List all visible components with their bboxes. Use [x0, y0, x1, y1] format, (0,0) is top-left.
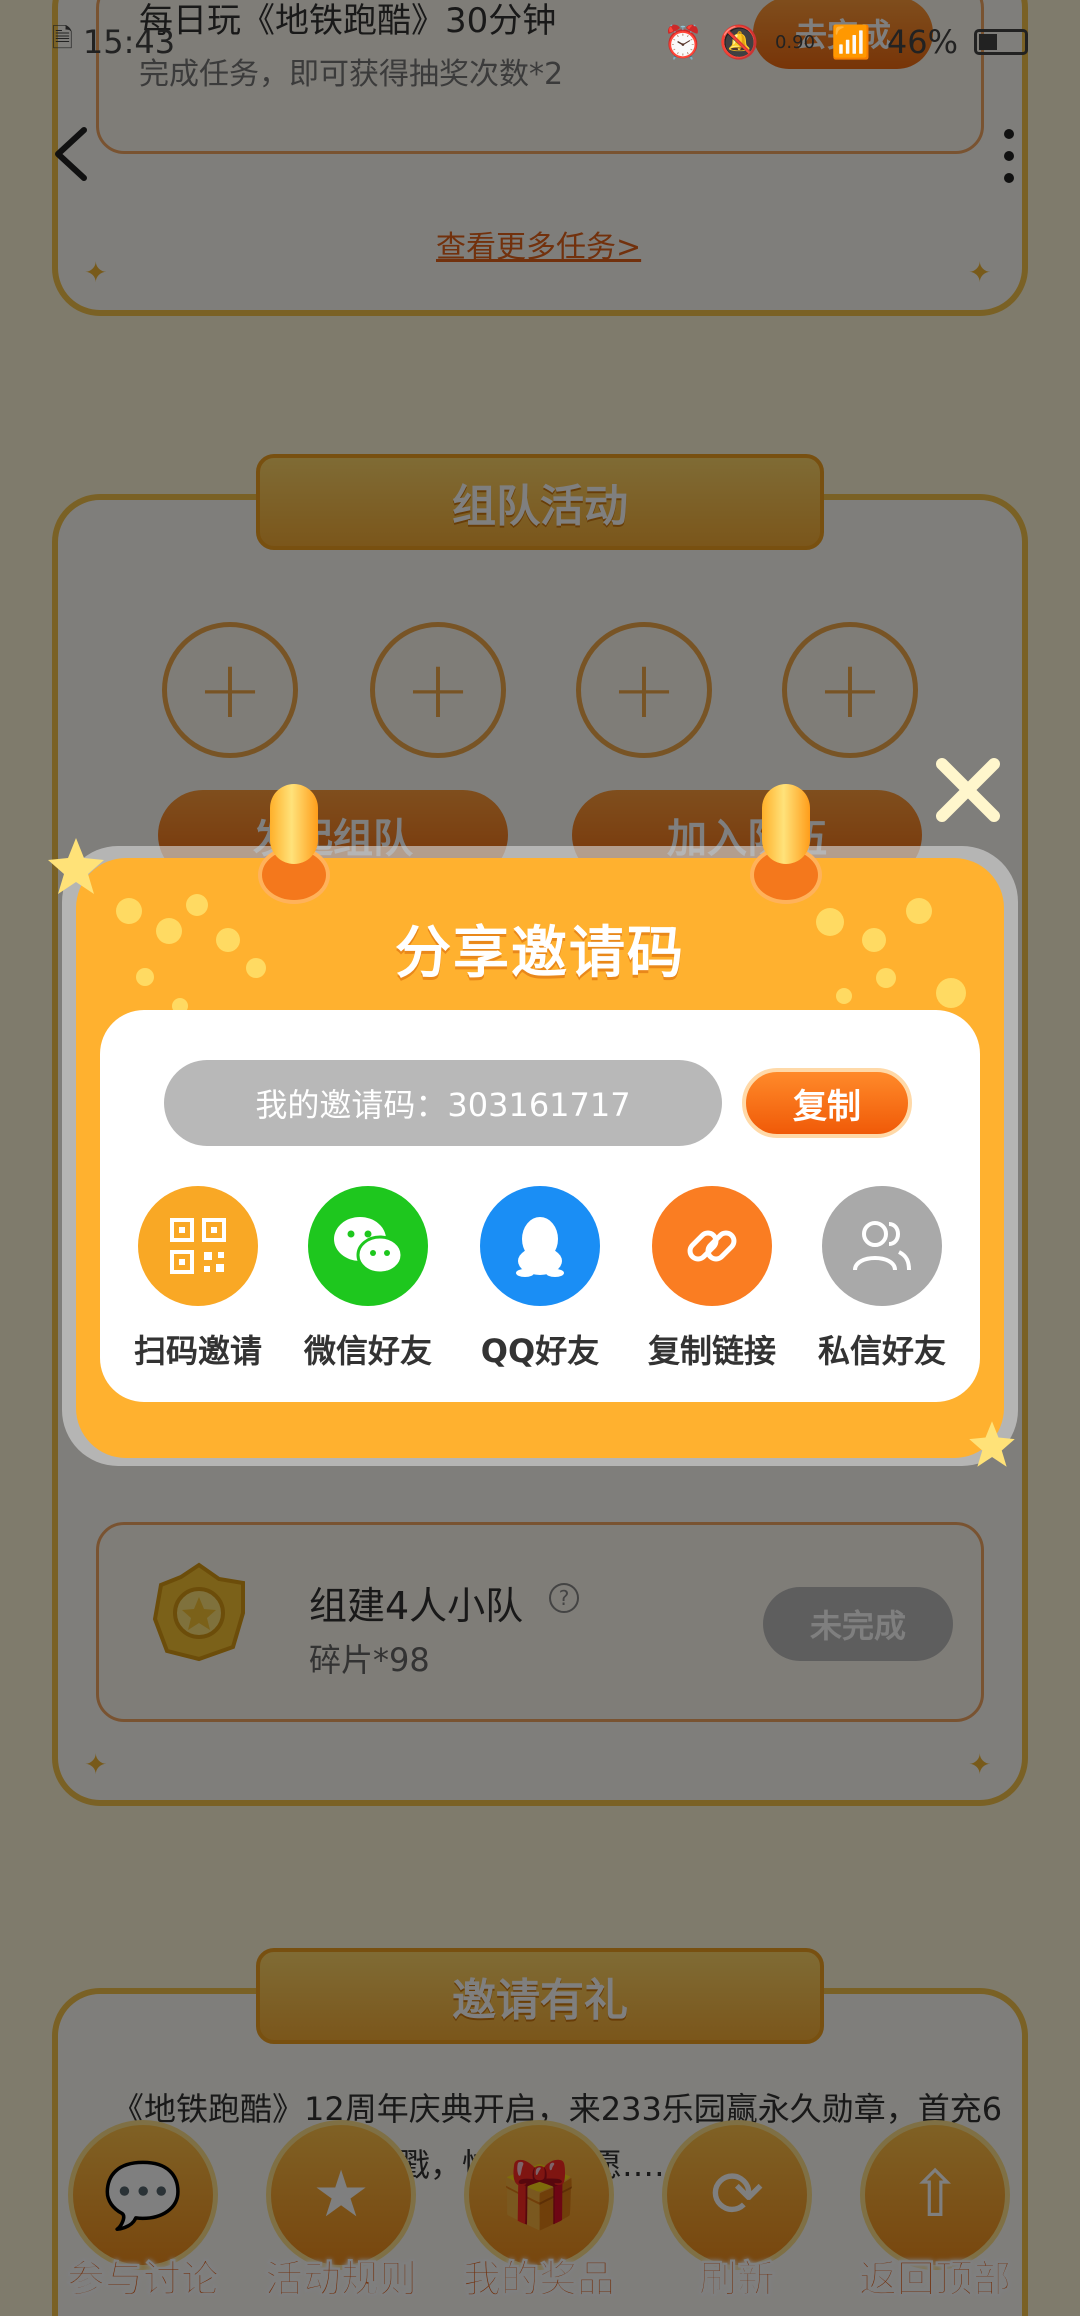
modal-peg-left	[270, 784, 318, 864]
qr-code-icon	[138, 1186, 258, 1306]
share-option-label: 扫码邀请	[133, 1332, 262, 1370]
more-menu-icon[interactable]	[994, 126, 1024, 186]
star-icon	[969, 1421, 1015, 1467]
close-icon[interactable]	[930, 752, 1006, 828]
star-icon	[48, 838, 104, 894]
invite-code-display: 我的邀请码：303161717	[164, 1060, 722, 1146]
status-time: 15:43	[82, 23, 176, 61]
share-copy-link[interactable]: 复制链接	[632, 1186, 792, 1372]
share-qr-invite[interactable]: 扫码邀请	[118, 1186, 278, 1372]
share-wechat[interactable]: 微信好友	[288, 1186, 448, 1372]
battery-icon	[974, 29, 1028, 55]
copy-code-button[interactable]: 复制	[742, 1068, 912, 1138]
share-option-label: QQ好友	[480, 1332, 600, 1370]
wechat-icon	[308, 1186, 428, 1306]
status-bar: 🗎 15:43 ⏰ 🔕 0.90 📶 46%	[0, 0, 1080, 84]
modal-peg-right	[762, 784, 810, 864]
wifi-icon: 📶	[831, 23, 871, 61]
share-qq[interactable]: QQ好友	[460, 1186, 620, 1372]
share-option-label: 复制链接	[647, 1332, 776, 1370]
alarm-icon: ⏰	[663, 23, 704, 61]
back-arrow-icon[interactable]	[46, 124, 96, 184]
share-option-label: 微信好友	[303, 1332, 432, 1370]
qq-icon	[480, 1186, 600, 1306]
share-private-message[interactable]: 私信好友	[802, 1186, 962, 1372]
friends-icon	[822, 1186, 942, 1306]
link-icon	[652, 1186, 772, 1306]
battery-percent: 46%	[886, 23, 958, 61]
modal-title: 分享邀请码	[395, 921, 685, 986]
notification-icon: 🗎	[52, 24, 73, 54]
mute-icon: 🔕	[719, 23, 759, 61]
decor-dot	[836, 988, 852, 1004]
share-option-label: 私信好友	[817, 1332, 946, 1370]
network-speed: 0.90	[774, 31, 816, 53]
